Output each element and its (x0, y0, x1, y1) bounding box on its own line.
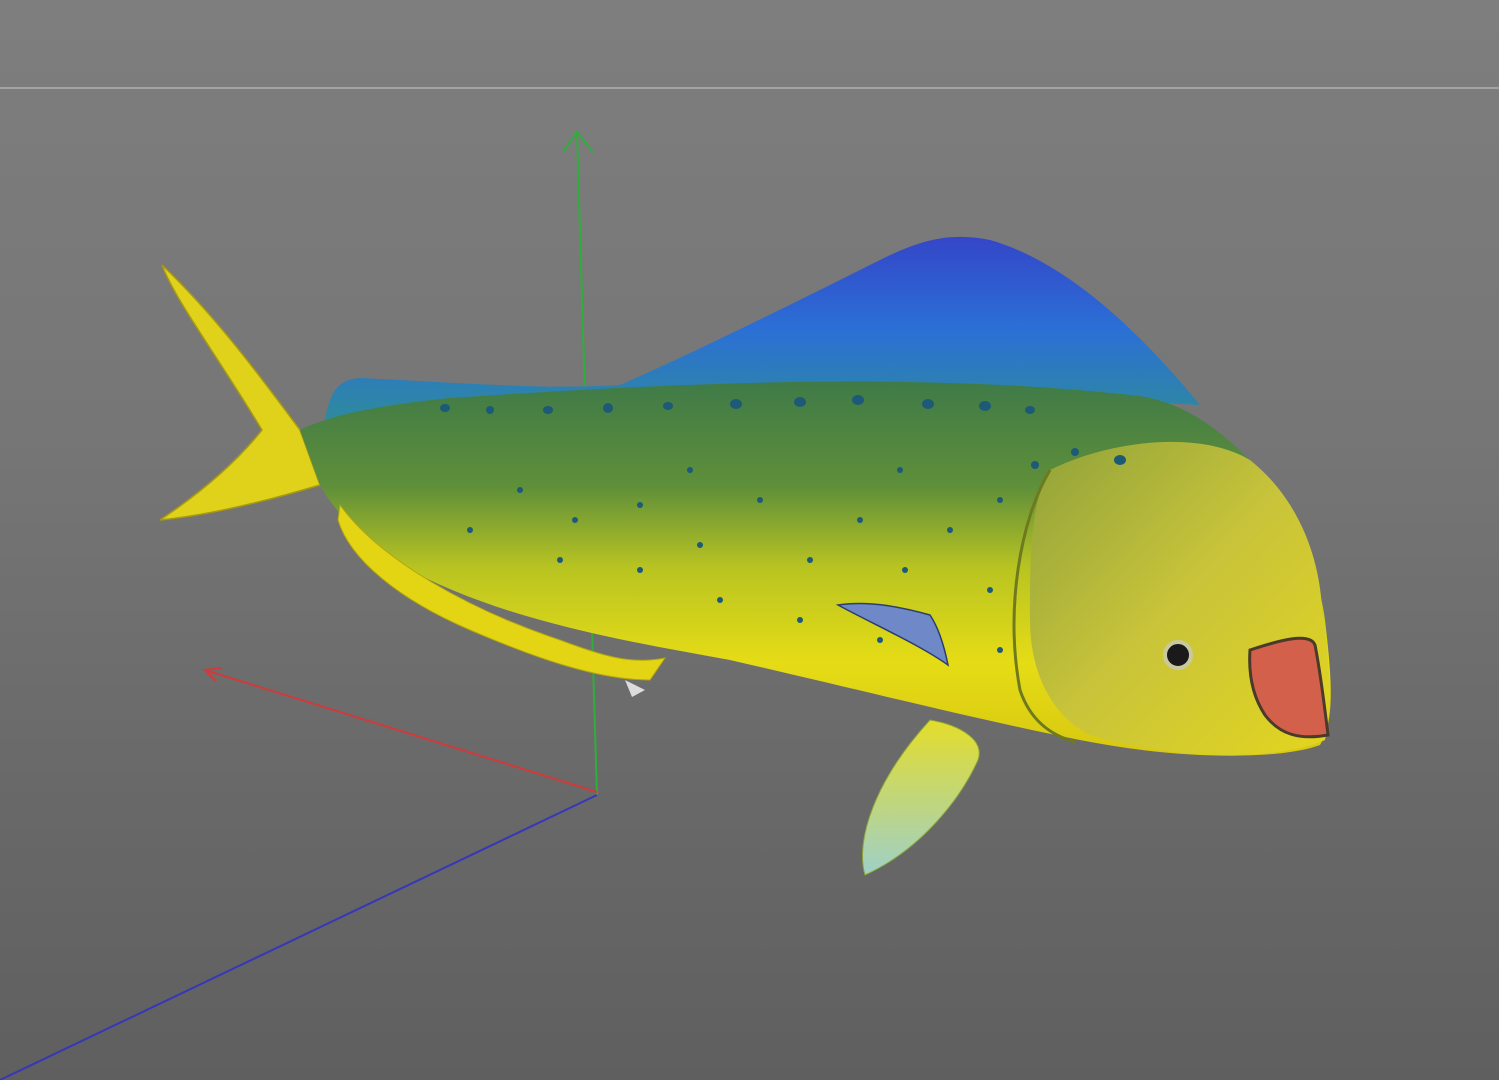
fish-model[interactable] (159, 236, 1331, 876)
pelvic-fin (862, 719, 980, 876)
z-axis-line (0, 794, 598, 1080)
ventral-tip (625, 680, 645, 697)
scene-canvas[interactable] (0, 0, 1499, 1080)
tail-fin (159, 264, 321, 521)
x-axis-line (204, 669, 598, 793)
fish-eye (1163, 640, 1193, 670)
3d-viewport[interactable] (0, 0, 1499, 1080)
